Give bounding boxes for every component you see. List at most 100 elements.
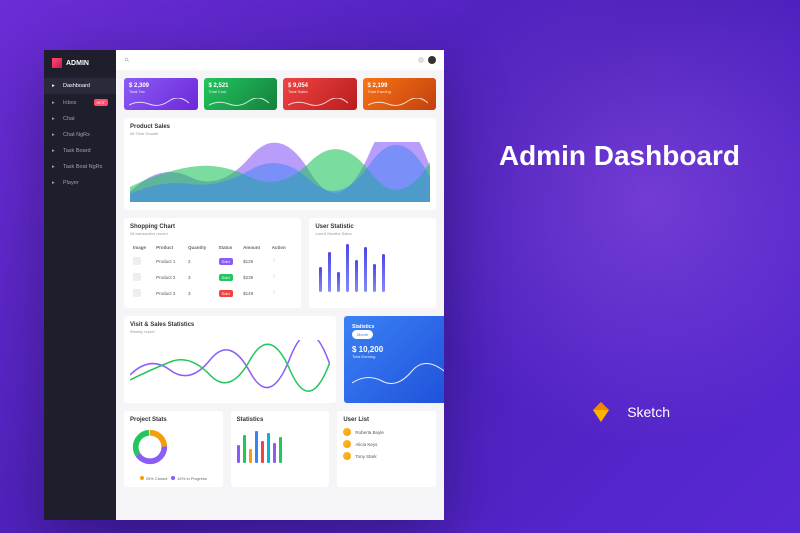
stat-card-purple[interactable]: $ 2,309Total Tax <box>124 78 198 110</box>
mini-bar <box>267 433 270 463</box>
area-chart <box>130 142 430 202</box>
stat-box-value: $ 10,200 <box>352 345 444 354</box>
donut-chart <box>130 427 170 467</box>
sparkline <box>129 98 189 108</box>
avatar[interactable] <box>428 56 436 64</box>
panel-sub: All Time Growth <box>130 131 430 136</box>
qty: 3 <box>187 270 216 284</box>
table-header: Image <box>132 243 153 252</box>
chat-icon: ▸ <box>52 116 58 122</box>
mini-bar <box>279 437 282 463</box>
nav-item-task-board[interactable]: ▸Task Board <box>44 143 116 159</box>
bar <box>328 252 331 292</box>
statistics-panel: Statistics <box>231 411 330 487</box>
music-icon: ▸ <box>52 180 58 186</box>
sparkline <box>209 98 269 108</box>
table-row[interactable]: Product 23Sold $239⋮ <box>132 270 293 284</box>
notification-icon[interactable] <box>418 57 424 63</box>
product-thumb <box>133 273 141 281</box>
status-badge: Sold <box>219 290 233 297</box>
sketch-badge: Sketch <box>589 400 670 424</box>
nav-item-player[interactable]: ▸ Player <box>44 175 116 191</box>
stat-box-label: Total Earning <box>352 354 444 359</box>
stat-card-green[interactable]: $ 2,521Total Cost <box>204 78 278 110</box>
bar <box>382 254 385 292</box>
table-header: Product <box>155 243 185 252</box>
bar <box>337 272 340 292</box>
table-row[interactable]: Product 33Sold$149⋮ <box>132 286 293 300</box>
nav-label: Chat <box>63 116 75 122</box>
nav-label: Player <box>63 180 79 186</box>
panel-sub: Weekly report <box>130 329 330 334</box>
user-avatar <box>343 440 351 448</box>
mini-bar <box>249 449 252 463</box>
table-header: Action <box>271 243 294 252</box>
user-avatar <box>343 452 351 460</box>
chat2-icon: ▸ <box>52 132 58 138</box>
legend: 25% Closed42% In Progress <box>130 476 217 481</box>
panel-sub: Last 6 Months Sales <box>315 231 430 236</box>
logo[interactable]: ADMIN <box>44 58 116 78</box>
nav-label: Task Boat NgRx <box>63 164 102 170</box>
dashboard-window: ADMIN ▸ Dashboard ▸InboxHOT ▸ Chat ▸Chat NgRx… <box>44 50 444 520</box>
line-chart <box>130 340 330 395</box>
panel-title: User List <box>343 417 430 423</box>
amount: $239 <box>242 270 269 284</box>
nav-label: Inbox <box>63 100 76 106</box>
legend-item: 42% In Progress <box>171 476 207 481</box>
stat-label: Total Cost <box>209 89 273 94</box>
product-thumb <box>133 289 141 297</box>
user-item[interactable]: Roberta Boyle <box>343 428 430 436</box>
grid-icon: ▸ <box>52 83 58 89</box>
topbar <box>116 50 444 70</box>
bar <box>364 247 367 292</box>
logo-icon <box>52 58 62 68</box>
action-icon[interactable]: ⋮ <box>271 254 294 268</box>
bar <box>373 264 376 292</box>
nav-item-dashboard[interactable]: ▸ Dashboard <box>44 78 116 94</box>
bar <box>355 260 358 292</box>
tab-month[interactable]: Month <box>352 330 373 339</box>
qty: 2 <box>187 254 216 268</box>
legend-item: 25% Closed <box>140 476 168 481</box>
user-list: Roberta Boyle Alicia Keys Tony Stark <box>343 428 430 460</box>
nav-item-chat[interactable]: ▸ Chat <box>44 111 116 127</box>
board-icon: ▸ <box>52 148 58 154</box>
qty: 3 <box>187 286 216 300</box>
status-badge: Sold <box>219 258 233 265</box>
sparkline <box>368 98 428 108</box>
stat-card-red[interactable]: $ 9,054Total Sales <box>283 78 357 110</box>
user-item[interactable]: Tony Stark <box>343 452 430 460</box>
amount: $149 <box>242 286 269 300</box>
status-badge: Sold <box>219 274 233 281</box>
table-header: Amount <box>242 243 269 252</box>
sidebar: ADMIN ▸ Dashboard ▸InboxHOT ▸ Chat ▸Chat NgRx… <box>44 50 116 520</box>
stat-card-orange[interactable]: $ 2,199Total Earning <box>363 78 437 110</box>
nav-item-task-boat-ngrx[interactable]: ▸Task Boat NgRx <box>44 159 116 175</box>
mini-bar <box>243 435 246 463</box>
mini-bar <box>255 431 258 463</box>
user-name: Alicia Keys <box>355 442 377 447</box>
bar <box>346 244 349 292</box>
action-icon[interactable]: ⋮ <box>271 286 294 300</box>
mini-bar <box>261 441 264 463</box>
table-header: Status <box>218 243 241 252</box>
nav-item-chat-ngrx[interactable]: ▸Chat NgRx <box>44 127 116 143</box>
product-name: Product 2 <box>155 270 185 284</box>
nav-item-inbox[interactable]: ▸InboxHOT <box>44 94 116 111</box>
search-icon[interactable] <box>124 57 130 63</box>
mini-bar <box>273 443 276 463</box>
panel-title: Shopping Chart <box>130 224 295 230</box>
user-item[interactable]: Alicia Keys <box>343 440 430 448</box>
panel-title: Project Stats <box>130 417 217 423</box>
panel-title: Visit & Sales Statistics <box>130 322 330 328</box>
panel-sub: All transaction record <box>130 231 295 236</box>
amount: $129 <box>242 254 269 268</box>
stat-label: Total Earning <box>368 89 432 94</box>
product-sales-panel: Product Sales All Time Growth <box>124 118 436 210</box>
sketch-icon <box>589 400 613 424</box>
nav-label: Dashboard <box>63 83 90 89</box>
project-stats-panel: Project Stats 25% Closed42% In Progress <box>124 411 223 487</box>
action-icon[interactable]: ⋮ <box>271 270 294 284</box>
table-row[interactable]: Product 12Sold$129⋮ <box>132 254 293 268</box>
